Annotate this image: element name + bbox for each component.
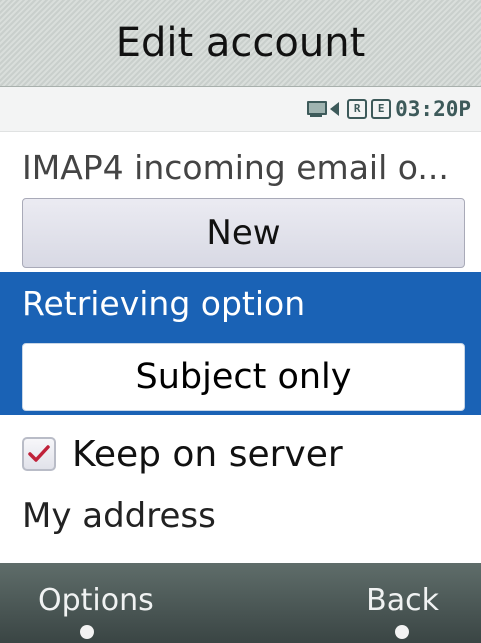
- retrieving-option-section[interactable]: Retrieving option Subject only: [0, 272, 481, 415]
- softkey-bar: Options Back: [0, 563, 481, 643]
- checkmark-icon: [28, 445, 50, 462]
- options-softkey[interactable]: Options: [38, 583, 154, 618]
- keep-on-server-row[interactable]: Keep on server: [22, 430, 343, 478]
- roaming-icon: R: [347, 99, 368, 119]
- right-softkey-indicator: [395, 625, 409, 639]
- status-icons: R E 03:20P: [306, 95, 471, 123]
- retrieving-option-label: Retrieving option: [22, 284, 306, 323]
- status-bar: R E 03:20P: [0, 87, 481, 132]
- network-icon: E: [371, 99, 392, 119]
- status-time: 03:20P: [395, 97, 471, 121]
- speaker-icon: [330, 102, 340, 116]
- left-softkey-indicator: [80, 625, 94, 639]
- my-address-item[interactable]: My address: [22, 496, 216, 536]
- page-title: Edit account: [115, 20, 366, 66]
- title-bar: Edit account: [0, 0, 481, 87]
- back-softkey[interactable]: Back: [366, 583, 439, 618]
- incoming-email-label: IMAP4 incoming email o...: [22, 148, 449, 187]
- incoming-email-select[interactable]: New: [22, 198, 465, 268]
- keep-on-server-label: Keep on server: [72, 433, 343, 475]
- monitor-icon: [306, 101, 328, 117]
- retrieving-option-select[interactable]: Subject only: [22, 343, 465, 411]
- keep-on-server-checkbox[interactable]: [22, 437, 56, 471]
